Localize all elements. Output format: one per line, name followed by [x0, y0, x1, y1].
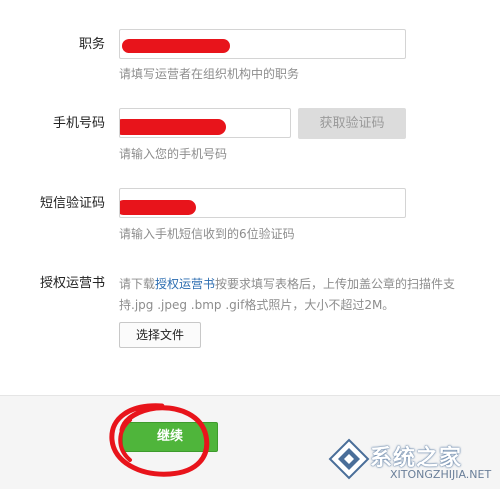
authorization-text-before: 请下载 [119, 277, 156, 291]
phone-input[interactable] [119, 108, 291, 138]
phone-label: 手机号码 [52, 116, 105, 131]
sms-code-hint: 请输入手机短信收到的6位验证码 [119, 227, 295, 241]
page: 职务 请填写运营者在组织机构中的职务 手机号码 获取验证码 请输入您的手机号码 … [0, 0, 500, 489]
authorization-label: 授权运营书 [39, 276, 105, 291]
sms-code-label: 短信验证码 [39, 196, 105, 211]
redaction-mark [120, 200, 196, 215]
phone-hint: 请输入您的手机号码 [119, 147, 228, 161]
authorization-instructions: 请下载授权运营书按要求填写表格后，上传加盖公章的扫描件支持.jpg .jpeg … [119, 274, 489, 316]
redaction-mark [122, 39, 230, 53]
choose-file-button[interactable]: 选择文件 [119, 322, 201, 348]
authorization-download-link[interactable]: 授权运营书 [155, 277, 215, 291]
redaction-mark [120, 119, 226, 135]
watermark-url: XITONGZHIJIA.NET [390, 468, 492, 481]
continue-button[interactable]: 继续 [122, 422, 218, 452]
get-code-button[interactable]: 获取验证码 [298, 108, 406, 139]
sms-code-input[interactable] [119, 188, 406, 218]
position-label: 职务 [78, 37, 105, 52]
position-input[interactable] [119, 29, 406, 59]
position-hint: 请填写运营者在组织机构中的职务 [119, 67, 300, 81]
site-watermark: 系统之家 XITONGZHIJIA.NET [328, 436, 498, 486]
diamond-logo-icon [328, 438, 370, 480]
